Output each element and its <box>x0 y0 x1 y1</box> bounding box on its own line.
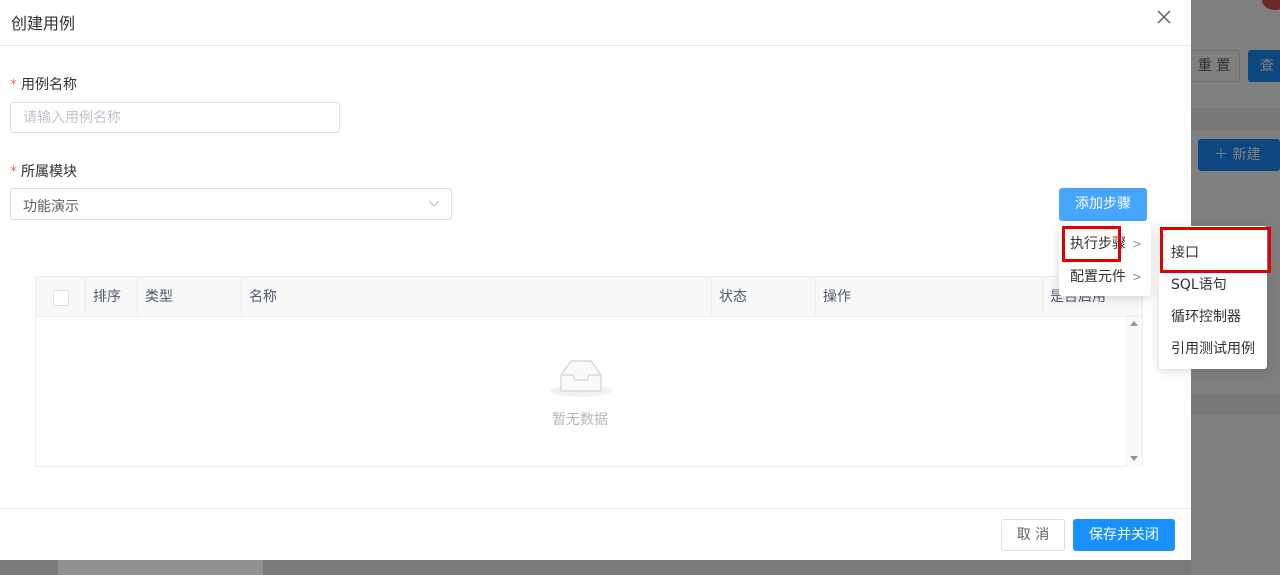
chevron-right-icon: > <box>1131 270 1142 284</box>
menu-item-label: 配置元件 <box>1070 269 1126 285</box>
create-case-dialog: 创建用例 *用例名称 *所属模块 功能演示 添加步骤 排序 类型 名称 状态 操… <box>0 0 1191 560</box>
menu-item-label: 执行步骤 <box>1070 236 1126 252</box>
cancel-button[interactable]: 取 消 <box>1001 519 1065 551</box>
th-select-all <box>36 277 86 317</box>
name-label-text: 用例名称 <box>21 77 77 93</box>
close-icon[interactable] <box>1155 9 1173 29</box>
empty-text: 暂无数据 <box>552 412 608 428</box>
execute-step-submenu: 接口 SQL语句 循环控制器 引用测试用例 <box>1159 226 1267 369</box>
background-block <box>58 560 263 575</box>
th-status: 状态 <box>712 277 816 317</box>
save-and-close-button[interactable]: 保存并关闭 <box>1073 519 1175 551</box>
scroll-up-arrow[interactable] <box>1130 321 1138 326</box>
submenu-item-interface[interactable]: 接口 <box>1159 237 1267 269</box>
th-type: 类型 <box>138 277 242 317</box>
add-step-button[interactable]: 添加步骤 <box>1059 188 1147 221</box>
submenu-item-reference-case[interactable]: 引用测试用例 <box>1159 333 1267 365</box>
name-label: * 用例名称 <box>10 74 77 94</box>
th-order: 排序 <box>86 277 138 317</box>
dialog-title: 创建用例 <box>11 14 76 33</box>
dialog-footer: 取 消 保存并关闭 <box>0 508 1191 560</box>
th-actions: 操作 <box>816 277 1043 317</box>
module-label: * 所属模块 <box>10 161 77 181</box>
module-select-value: 功能演示 <box>23 199 79 215</box>
steps-table: 排序 类型 名称 状态 操作 是否启用 暂无数据 <box>35 276 1143 467</box>
table-scrollbar[interactable] <box>1126 317 1142 467</box>
empty-box-icon <box>550 360 612 397</box>
module-select[interactable]: 功能演示 <box>10 188 452 220</box>
menu-item-execute-step[interactable]: 执行步骤 > <box>1059 228 1151 260</box>
submenu-item-loop-controller[interactable]: 循环控制器 <box>1159 301 1267 333</box>
scroll-down-arrow[interactable] <box>1130 456 1138 461</box>
add-step-menu: 执行步骤 > 配置元件 > <box>1059 224 1151 296</box>
menu-item-config-element[interactable]: 配置元件 > <box>1059 261 1151 293</box>
module-label-text: 所属模块 <box>21 164 77 180</box>
required-mark: * <box>10 164 17 180</box>
case-name-input[interactable] <box>10 102 340 133</box>
table-header: 排序 类型 名称 状态 操作 是否启用 <box>36 277 1142 317</box>
th-name: 名称 <box>242 277 712 317</box>
submenu-item-sql[interactable]: SQL语句 <box>1159 269 1267 301</box>
dialog-header: 创建用例 <box>0 0 1191 46</box>
chevron-down-icon <box>428 200 440 207</box>
chevron-right-icon: > <box>1131 237 1142 251</box>
required-mark: * <box>10 77 17 93</box>
select-all-checkbox[interactable] <box>53 290 69 306</box>
